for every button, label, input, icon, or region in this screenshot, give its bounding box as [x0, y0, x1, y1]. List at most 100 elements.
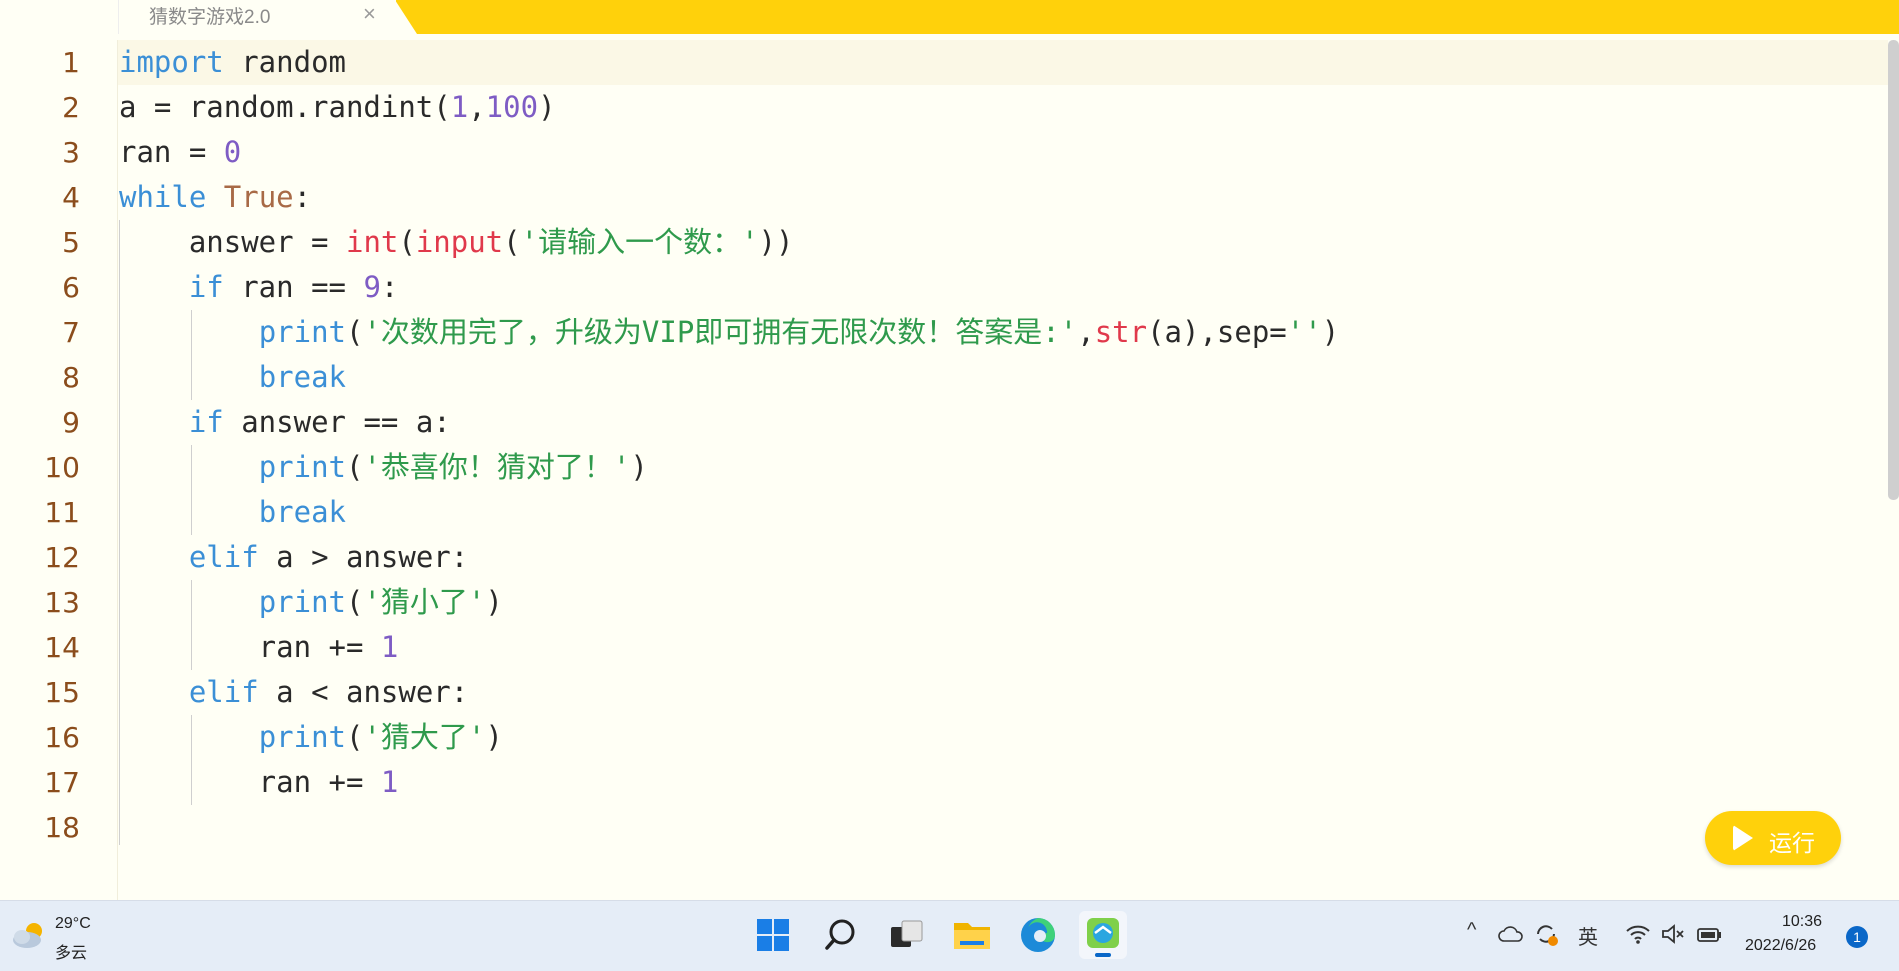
line-number: 15 — [44, 676, 80, 709]
code-token: (a),sep= — [1147, 315, 1287, 349]
search-icon[interactable] — [817, 911, 865, 959]
code-token: ( — [346, 450, 364, 484]
wifi-icon[interactable] — [1625, 923, 1651, 945]
code-line[interactable]: if answer == a: — [119, 400, 451, 445]
run-button[interactable]: 运行 — [1705, 811, 1841, 865]
code-line[interactable]: ran = 0 — [119, 130, 241, 175]
code-token: print — [258, 585, 346, 619]
indent-guide — [191, 445, 192, 535]
code-token: '恭喜你！猜对了！' — [363, 450, 631, 484]
taskbar: 29°C 多云 ^ 英 10:36 2022/6/26 1 — [0, 900, 1899, 971]
code-token: ) — [485, 720, 503, 754]
code-line[interactable]: elif a > answer: — [119, 535, 468, 580]
play-icon — [1733, 825, 1753, 851]
code-line[interactable]: answer = int(input('请输入一个数：')) — [119, 220, 794, 265]
code-line[interactable]: break — [119, 490, 346, 535]
current-line-highlight — [118, 40, 1888, 85]
code-token: '次数用完了，升级为VIP即可拥有无限次数！答案是:' — [363, 315, 1078, 349]
code-token: : — [293, 180, 312, 214]
line-number: 8 — [62, 361, 80, 394]
line-number: 1 — [62, 46, 80, 79]
indent-guide — [191, 310, 192, 400]
edge-icon[interactable] — [1014, 911, 1062, 959]
clock-time[interactable]: 10:36 — [1782, 913, 1822, 931]
code-line[interactable]: a = random.randint(1,100) — [119, 85, 556, 130]
clock-date[interactable]: 2022/6/26 — [1745, 937, 1816, 955]
code-token: a < answer: — [258, 675, 469, 709]
code-token: ran += — [119, 765, 381, 799]
line-number: 10 — [44, 451, 80, 484]
close-icon[interactable]: × — [363, 1, 376, 27]
vertical-scrollbar[interactable] — [1888, 40, 1899, 500]
tray-chevron-icon[interactable]: ^ — [1467, 919, 1476, 942]
weather-cloudy-icon[interactable] — [10, 919, 48, 951]
volume-muted-icon[interactable] — [1660, 923, 1686, 945]
file-tab[interactable]: 猜数字游戏2.0 × — [118, 0, 396, 34]
code-token: break — [258, 360, 346, 394]
code-token: )) — [758, 225, 794, 259]
code-token: '' — [1286, 315, 1322, 349]
code-token: answer = — [119, 225, 346, 259]
line-number: 16 — [44, 721, 80, 754]
line-number: 14 — [44, 631, 80, 664]
code-token: ran == — [223, 270, 364, 304]
code-token: ran += — [119, 630, 381, 664]
sync-icon[interactable] — [1533, 921, 1559, 947]
input-method-indicator[interactable]: 英 — [1578, 921, 1598, 950]
indent-guide — [191, 580, 192, 670]
code-token: ) — [485, 585, 503, 619]
line-number-gutter: 1 2 3 4 5 6 7 8 9 10 11 12 13 14 15 16 17 18 — [0, 40, 118, 900]
code-line[interactable]: break — [119, 355, 346, 400]
code-token: ( — [346, 315, 364, 349]
code-line[interactable]: while True: — [119, 175, 311, 220]
code-line[interactable]: elif a < answer: — [119, 670, 468, 715]
run-button-label: 运行 — [1769, 830, 1815, 856]
code-token: '猜大了' — [363, 720, 486, 754]
code-line[interactable]: print('猜小了') — [119, 580, 503, 625]
code-line[interactable]: print('次数用完了，升级为VIP即可拥有无限次数！答案是:',str(a)… — [119, 310, 1339, 355]
file-explorer-icon[interactable] — [948, 911, 996, 959]
code-token: str — [1094, 315, 1148, 349]
battery-icon[interactable] — [1695, 923, 1723, 945]
code-token: if — [188, 270, 224, 304]
line-number: 13 — [44, 586, 80, 619]
code-token: 1 — [380, 765, 399, 799]
code-token: break — [258, 495, 346, 529]
code-token: print — [258, 315, 346, 349]
line-number: 3 — [62, 136, 80, 169]
code-token: import — [119, 45, 224, 79]
line-number: 6 — [62, 271, 80, 304]
code-line[interactable]: print('恭喜你！猜对了！') — [119, 445, 648, 490]
code-token: 9 — [363, 270, 381, 304]
code-line[interactable]: if ran == 9: — [119, 265, 399, 310]
code-line[interactable]: print('猜大了') — [119, 715, 503, 760]
code-token: print — [258, 720, 346, 754]
weather-temp: 29°C — [55, 915, 91, 932]
code-token: : — [380, 270, 399, 304]
start-icon[interactable] — [750, 911, 798, 959]
active-app-icon[interactable] — [1079, 911, 1127, 959]
code-line[interactable]: ran += 1 — [119, 760, 399, 805]
code-line[interactable]: ran += 1 — [119, 625, 399, 670]
notification-badge[interactable]: 1 — [1846, 926, 1868, 948]
code-editor[interactable]: 1 2 3 4 5 6 7 8 9 10 11 12 13 14 15 16 17 18 import rando… — [0, 40, 1899, 900]
code-token: ( — [346, 720, 364, 754]
code-token: , — [468, 90, 486, 124]
onedrive-cloud-icon[interactable] — [1498, 925, 1524, 943]
task-view-icon[interactable] — [882, 911, 930, 959]
code-token: random — [223, 45, 346, 79]
code-token: ( — [346, 585, 364, 619]
code-line[interactable]: import random — [119, 40, 346, 85]
code-token: answer == a: — [223, 405, 451, 439]
code-token: if — [188, 405, 224, 439]
line-number: 9 — [62, 406, 80, 439]
